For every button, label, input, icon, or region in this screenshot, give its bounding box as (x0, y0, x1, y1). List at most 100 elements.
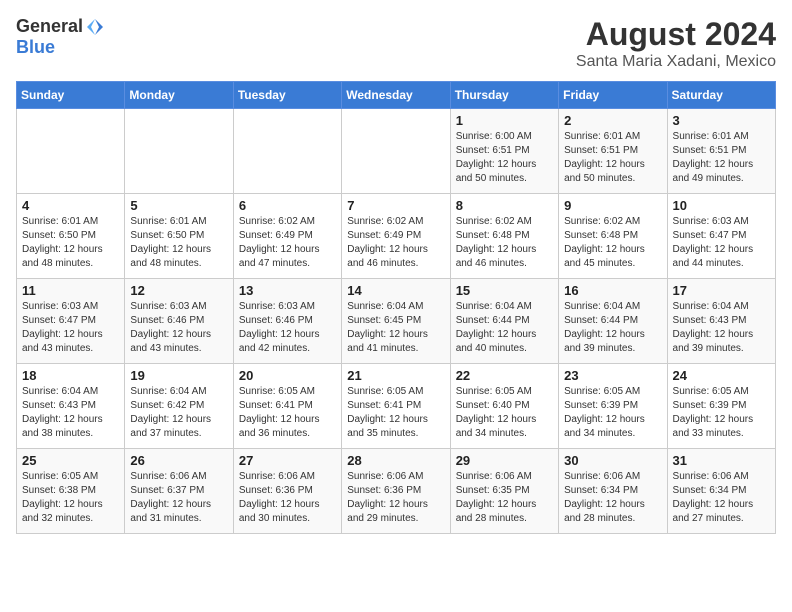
day-info: Sunrise: 6:05 AM Sunset: 6:38 PM Dayligh… (22, 470, 119, 526)
day-number: 2 (564, 113, 661, 128)
day-number: 26 (130, 453, 227, 468)
calendar-cell: 3 Sunrise: 6:01 AM Sunset: 6:51 PM Daylig… (667, 109, 775, 194)
day-number: 17 (673, 283, 770, 298)
calendar-cell: 2 Sunrise: 6:01 AM Sunset: 6:51 PM Daylig… (559, 109, 667, 194)
day-info: Sunrise: 6:05 AM Sunset: 6:41 PM Dayligh… (347, 385, 444, 441)
day-number: 30 (564, 453, 661, 468)
calendar-cell: 21 Sunrise: 6:05 AM Sunset: 6:41 PM Dayli… (342, 364, 450, 449)
calendar-cell: 23 Sunrise: 6:05 AM Sunset: 6:39 PM Dayli… (559, 364, 667, 449)
day-number: 18 (22, 368, 119, 383)
day-number: 7 (347, 198, 444, 213)
month-title: August 2024 (576, 16, 776, 53)
day-info: Sunrise: 6:05 AM Sunset: 6:39 PM Dayligh… (564, 385, 661, 441)
day-number: 9 (564, 198, 661, 213)
day-info: Sunrise: 6:04 AM Sunset: 6:42 PM Dayligh… (130, 385, 227, 441)
day-number: 29 (456, 453, 553, 468)
calendar-cell: 13 Sunrise: 6:03 AM Sunset: 6:46 PM Dayli… (233, 279, 341, 364)
day-number: 1 (456, 113, 553, 128)
day-info: Sunrise: 6:00 AM Sunset: 6:51 PM Dayligh… (456, 130, 553, 186)
day-info: Sunrise: 6:06 AM Sunset: 6:36 PM Dayligh… (239, 470, 336, 526)
header: General Blue August 2024 Santa Maria Xad… (16, 16, 776, 71)
day-info: Sunrise: 6:04 AM Sunset: 6:45 PM Dayligh… (347, 300, 444, 356)
day-info: Sunrise: 6:02 AM Sunset: 6:48 PM Dayligh… (456, 215, 553, 271)
day-number: 10 (673, 198, 770, 213)
day-info: Sunrise: 6:03 AM Sunset: 6:46 PM Dayligh… (130, 300, 227, 356)
logo: General Blue (16, 16, 105, 58)
calendar-cell: 9 Sunrise: 6:02 AM Sunset: 6:48 PM Daylig… (559, 194, 667, 279)
day-info: Sunrise: 6:05 AM Sunset: 6:40 PM Dayligh… (456, 385, 553, 441)
calendar-cell: 7 Sunrise: 6:02 AM Sunset: 6:49 PM Daylig… (342, 194, 450, 279)
calendar-cell: 20 Sunrise: 6:05 AM Sunset: 6:41 PM Dayli… (233, 364, 341, 449)
day-info: Sunrise: 6:05 AM Sunset: 6:39 PM Dayligh… (673, 385, 770, 441)
calendar-cell (342, 109, 450, 194)
day-number: 12 (130, 283, 227, 298)
day-number: 8 (456, 198, 553, 213)
calendar-cell: 29 Sunrise: 6:06 AM Sunset: 6:35 PM Dayli… (450, 449, 558, 534)
day-number: 24 (673, 368, 770, 383)
day-info: Sunrise: 6:02 AM Sunset: 6:49 PM Dayligh… (239, 215, 336, 271)
day-info: Sunrise: 6:02 AM Sunset: 6:49 PM Dayligh… (347, 215, 444, 271)
day-number: 14 (347, 283, 444, 298)
calendar-cell: 10 Sunrise: 6:03 AM Sunset: 6:47 PM Dayli… (667, 194, 775, 279)
day-info: Sunrise: 6:01 AM Sunset: 6:51 PM Dayligh… (564, 130, 661, 186)
calendar-cell: 24 Sunrise: 6:05 AM Sunset: 6:39 PM Dayli… (667, 364, 775, 449)
day-number: 28 (347, 453, 444, 468)
day-number: 22 (456, 368, 553, 383)
day-info: Sunrise: 6:03 AM Sunset: 6:47 PM Dayligh… (22, 300, 119, 356)
day-number: 4 (22, 198, 119, 213)
weekday-header-monday: Monday (125, 82, 233, 109)
day-info: Sunrise: 6:06 AM Sunset: 6:37 PM Dayligh… (130, 470, 227, 526)
logo-icon (85, 17, 105, 37)
day-number: 3 (673, 113, 770, 128)
day-number: 27 (239, 453, 336, 468)
day-info: Sunrise: 6:03 AM Sunset: 6:47 PM Dayligh… (673, 215, 770, 271)
calendar-cell: 26 Sunrise: 6:06 AM Sunset: 6:37 PM Dayli… (125, 449, 233, 534)
day-number: 11 (22, 283, 119, 298)
calendar-cell: 17 Sunrise: 6:04 AM Sunset: 6:43 PM Dayli… (667, 279, 775, 364)
calendar-cell: 5 Sunrise: 6:01 AM Sunset: 6:50 PM Daylig… (125, 194, 233, 279)
day-number: 23 (564, 368, 661, 383)
day-info: Sunrise: 6:05 AM Sunset: 6:41 PM Dayligh… (239, 385, 336, 441)
day-info: Sunrise: 6:01 AM Sunset: 6:50 PM Dayligh… (22, 215, 119, 271)
weekday-header-sunday: Sunday (17, 82, 125, 109)
day-number: 6 (239, 198, 336, 213)
weekday-header-friday: Friday (559, 82, 667, 109)
day-info: Sunrise: 6:06 AM Sunset: 6:35 PM Dayligh… (456, 470, 553, 526)
day-number: 25 (22, 453, 119, 468)
day-number: 16 (564, 283, 661, 298)
calendar-cell: 28 Sunrise: 6:06 AM Sunset: 6:36 PM Dayli… (342, 449, 450, 534)
weekday-header-tuesday: Tuesday (233, 82, 341, 109)
calendar-cell (233, 109, 341, 194)
day-number: 13 (239, 283, 336, 298)
location-title: Santa Maria Xadani, Mexico (576, 53, 776, 71)
weekday-header-wednesday: Wednesday (342, 82, 450, 109)
calendar-cell: 31 Sunrise: 6:06 AM Sunset: 6:34 PM Dayli… (667, 449, 775, 534)
calendar-cell: 15Sunrise: 6:04 AM Sunset: 6:44 PM Dayli… (450, 279, 558, 364)
calendar-cell: 1 Sunrise: 6:00 AM Sunset: 6:51 PM Daylig… (450, 109, 558, 194)
day-number: 21 (347, 368, 444, 383)
calendar-cell: 4 Sunrise: 6:01 AM Sunset: 6:50 PM Daylig… (17, 194, 125, 279)
day-number: 31 (673, 453, 770, 468)
day-number: 15 (456, 283, 553, 298)
day-info: Sunrise: 6:04 AM Sunset: 6:44 PM Dayligh… (564, 300, 661, 356)
day-info: Sunrise: 6:04 AM Sunset: 6:43 PM Dayligh… (673, 300, 770, 356)
day-info: Sunrise: 6:06 AM Sunset: 6:34 PM Dayligh… (564, 470, 661, 526)
day-info: Sunrise: 6:06 AM Sunset: 6:36 PM Dayligh… (347, 470, 444, 526)
day-info: Sunrise: 6:02 AM Sunset: 6:48 PM Dayligh… (564, 215, 661, 271)
weekday-header-thursday: Thursday (450, 82, 558, 109)
calendar-table: SundayMondayTuesdayWednesdayThursdayFrid… (16, 81, 776, 534)
day-number: 20 (239, 368, 336, 383)
calendar-cell: 30 Sunrise: 6:06 AM Sunset: 6:34 PM Dayli… (559, 449, 667, 534)
calendar-cell: 18Sunrise: 6:04 AM Sunset: 6:43 PM Dayli… (17, 364, 125, 449)
day-number: 19 (130, 368, 227, 383)
calendar-cell: 16 Sunrise: 6:04 AM Sunset: 6:44 PM Dayli… (559, 279, 667, 364)
day-info: Sunrise: 6:03 AM Sunset: 6:46 PM Dayligh… (239, 300, 336, 356)
logo-general: General (16, 16, 83, 37)
weekday-header-saturday: Saturday (667, 82, 775, 109)
day-number: 5 (130, 198, 227, 213)
day-info: Sunrise: 6:06 AM Sunset: 6:34 PM Dayligh… (673, 470, 770, 526)
calendar-cell: 25 Sunrise: 6:05 AM Sunset: 6:38 PM Dayli… (17, 449, 125, 534)
day-info: Sunrise: 6:01 AM Sunset: 6:50 PM Dayligh… (130, 215, 227, 271)
calendar-cell: 19 Sunrise: 6:04 AM Sunset: 6:42 PM Dayli… (125, 364, 233, 449)
day-info: Sunrise: 6:01 AM Sunset: 6:51 PM Dayligh… (673, 130, 770, 186)
